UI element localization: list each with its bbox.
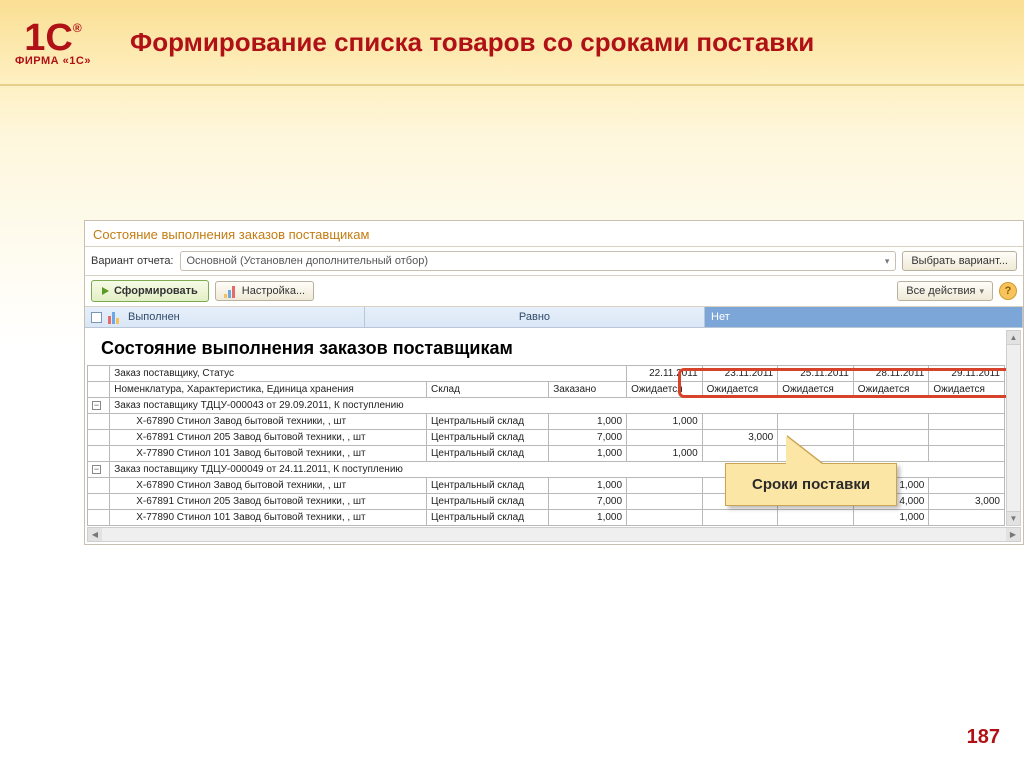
collapse-icon[interactable]: − [92, 401, 101, 410]
callout-delivery-dates: Сроки поставки [725, 463, 897, 506]
report-title: Состояние выполнения заказов поставщикам [87, 330, 1005, 365]
page-number: 187 [967, 726, 1000, 749]
scroll-up-icon[interactable]: ▲ [1007, 331, 1020, 345]
hdr-nomen: Номенклатура, Характеристика, Единица хр… [110, 382, 427, 398]
filter-bar: Выполнен Равно Нет [85, 307, 1023, 328]
scroll-down-icon[interactable]: ▼ [1007, 511, 1020, 525]
help-button[interactable]: ? [999, 282, 1017, 300]
window-caption: Состояние выполнения заказов поставщикам [85, 221, 1023, 247]
table-row: X-67891 Стинол 205 Завод бытовой техники… [88, 430, 1005, 446]
slide-header: 1C® ФИРМА «1С» Формирование списка товар… [0, 0, 1024, 86]
settings-button[interactable]: Настройка... [215, 281, 314, 301]
app-window: Состояние выполнения заказов поставщикам… [84, 220, 1024, 545]
filter-checkbox[interactable] [91, 312, 102, 323]
all-actions-button[interactable]: Все действия▾ [897, 281, 993, 301]
hdr-date: 29.11.2011 [929, 366, 1005, 382]
logo-firm: ФИРМА «1С» [6, 55, 100, 67]
logo-1c: 1C® ФИРМА «1С» [0, 15, 100, 69]
scroll-left-icon[interactable]: ◀ [88, 528, 102, 541]
play-icon [102, 287, 109, 295]
filter-compare: Равно [365, 307, 705, 327]
table-row: X-77890 Стинол 101 Завод бытовой техники… [88, 446, 1005, 462]
scrollbar-horizontal[interactable]: ◀ ▶ [87, 527, 1021, 542]
generate-button[interactable]: Сформировать [91, 280, 209, 302]
toolbar: Сформировать Настройка... Все действия▾ … [85, 276, 1023, 307]
hdr-exp: Ожидается [929, 382, 1005, 398]
scrollbar-vertical[interactable]: ▲ ▼ [1006, 330, 1021, 526]
hdr-wh: Склад [427, 382, 549, 398]
choose-variant-button[interactable]: Выбрать вариант... [902, 251, 1017, 271]
table-row: X-77890 Стинол 101 Завод бытовой техники… [88, 510, 1005, 526]
variant-row: Вариант отчета: Основной (Установлен доп… [85, 247, 1023, 276]
chart-icon [224, 284, 238, 298]
table-group-row[interactable]: −Заказ поставщику ТДЦУ-000043 от 29.09.2… [88, 398, 1005, 414]
collapse-icon[interactable]: − [92, 465, 101, 474]
hdr-exp: Ожидается [853, 382, 929, 398]
scroll-right-icon[interactable]: ▶ [1006, 528, 1020, 541]
variant-select[interactable]: Основной (Установлен дополнительный отбо… [180, 251, 897, 271]
hdr-exp: Ожидается [627, 382, 703, 398]
hdr-order: Заказ поставщику, Статус [110, 366, 627, 382]
hdr-ordered: Заказано [549, 382, 627, 398]
hdr-date: 22.11.2011 [627, 366, 703, 382]
chevron-down-icon: ▾ [885, 256, 890, 267]
hdr-date: 23.11.2011 [702, 366, 778, 382]
hdr-date: 28.11.2011 [853, 366, 929, 382]
hdr-exp: Ожидается [778, 382, 854, 398]
hdr-date: 25.11.2011 [778, 366, 854, 382]
table-row: X-67890 Стинол Завод бытовой техники, , … [88, 414, 1005, 430]
filter-value: Нет [705, 307, 1023, 327]
logo-mark: 1C [24, 17, 73, 59]
report-area: Состояние выполнения заказов поставщикам… [85, 328, 1023, 544]
variant-value: Основной (Установлен дополнительный отбо… [187, 255, 429, 267]
chart-icon [108, 310, 122, 324]
hdr-exp: Ожидается [702, 382, 778, 398]
slide-title: Формирование списка товаров со сроками п… [130, 27, 814, 58]
variant-label: Вариант отчета: [91, 255, 174, 267]
logo-reg: ® [73, 21, 82, 35]
filter-field: Выполнен [128, 311, 180, 323]
